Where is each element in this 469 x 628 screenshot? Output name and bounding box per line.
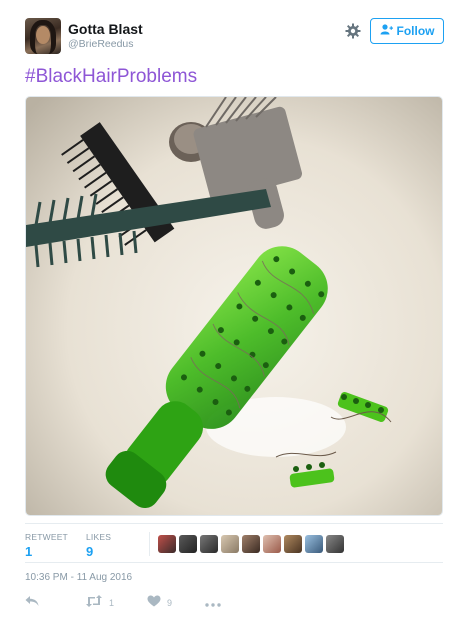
likes-stat[interactable]: LIKES 9	[86, 532, 111, 559]
likes-stat-label: LIKES	[86, 532, 112, 542]
follow-button[interactable]: Follow	[370, 18, 444, 44]
avatar[interactable]	[25, 18, 61, 54]
like-icon	[147, 595, 161, 610]
more-icon	[205, 595, 221, 610]
liker-avatar[interactable]	[242, 535, 260, 553]
tweet-actions: 1 9	[25, 595, 445, 613]
retweet-icon	[85, 595, 103, 610]
liker-avatar[interactable]	[284, 535, 302, 553]
user-name[interactable]: Gotta Blast	[68, 21, 143, 37]
follow-person-icon	[380, 24, 393, 38]
tweet-stats: RETWEET 1 LIKES 9	[25, 523, 443, 563]
retweet-stat[interactable]: RETWEET 1	[25, 532, 68, 559]
hairbrush-photo	[26, 97, 442, 515]
like-button[interactable]: 9	[147, 595, 172, 610]
follow-label: Follow	[396, 24, 435, 38]
liker-avatar[interactable]	[221, 535, 239, 553]
liker-avatars	[158, 535, 344, 553]
retweet-button[interactable]: 1	[85, 595, 114, 610]
tweet-photo[interactable]	[25, 96, 443, 516]
liker-avatar[interactable]	[200, 535, 218, 553]
stats-divider	[149, 532, 150, 556]
tweet-hashtag[interactable]: #BlackHairProblems	[25, 66, 197, 88]
liker-avatar[interactable]	[158, 535, 176, 553]
tweet-header: Gotta Blast @BrieReedus Follow	[25, 18, 445, 58]
liker-avatar[interactable]	[263, 535, 281, 553]
retweet-stat-label: RETWEET	[25, 532, 68, 542]
retweet-stat-count: 1	[25, 544, 33, 559]
liker-avatar[interactable]	[326, 535, 344, 553]
gear-icon[interactable]	[343, 23, 363, 43]
tweet-timestamp[interactable]: 10:36 PM - 11 Aug 2016	[25, 572, 132, 583]
more-button[interactable]	[205, 595, 221, 610]
liker-avatar[interactable]	[305, 535, 323, 553]
likes-stat-count: 9	[86, 544, 94, 559]
reply-icon	[25, 595, 39, 610]
liker-avatar[interactable]	[179, 535, 197, 553]
user-handle[interactable]: @BrieReedus	[68, 38, 134, 50]
retweet-count: 1	[109, 597, 115, 608]
reply-button[interactable]	[25, 595, 39, 610]
like-count: 9	[167, 597, 173, 608]
